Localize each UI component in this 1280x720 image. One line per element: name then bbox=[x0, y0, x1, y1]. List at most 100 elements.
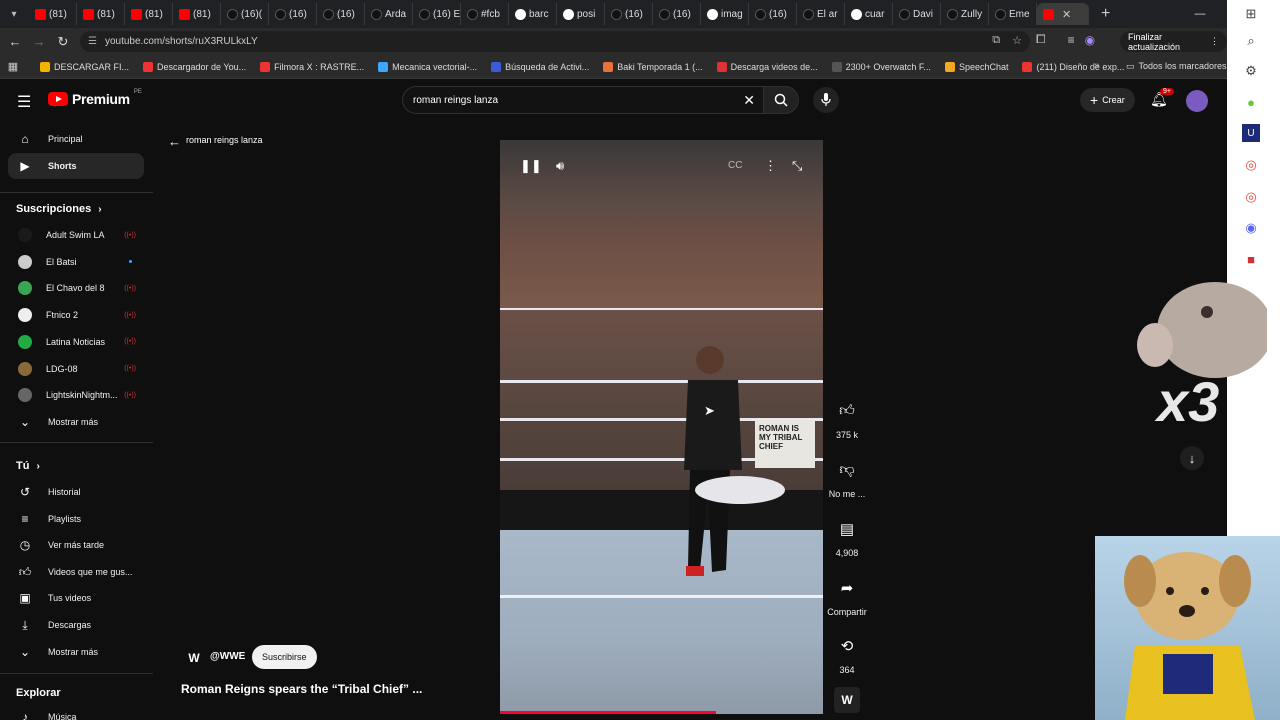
menu-icon[interactable]: ☰ bbox=[17, 92, 31, 112]
tab[interactable]: (16) bbox=[605, 3, 653, 25]
windows-icon[interactable]: ⊞ bbox=[1242, 5, 1260, 23]
reload-button[interactable]: ↻ bbox=[51, 34, 75, 50]
you-header[interactable]: Tú › bbox=[16, 460, 40, 472]
remix-button[interactable]: ⟲ 364 bbox=[832, 631, 862, 675]
tab[interactable]: barc bbox=[509, 3, 557, 25]
tab[interactable]: (81) bbox=[29, 3, 77, 25]
sidebar-item-playlists[interactable]: ≡ Playlists bbox=[8, 506, 144, 532]
chrome-icon[interactable]: ◎ bbox=[1242, 156, 1260, 174]
tab[interactable]: imag bbox=[701, 3, 749, 25]
all-bookmarks[interactable]: ▭ Todos los marcadores bbox=[1126, 61, 1227, 72]
sidebar-item-shorts[interactable]: ▶ Shorts bbox=[8, 153, 144, 179]
subscription-item[interactable]: LDG-08 ((•)) bbox=[8, 356, 144, 382]
channel-name[interactable]: @WWE bbox=[210, 651, 245, 662]
subscription-item[interactable]: Latina Noticias ((•)) bbox=[8, 329, 144, 355]
install-app-icon[interactable]: ⧉ bbox=[992, 34, 1000, 47]
bookmark-item[interactable]: Filmora X : RASTRE... bbox=[260, 61, 364, 72]
tab[interactable]: (81) bbox=[77, 3, 125, 25]
more-options-icon[interactable]: ⋮ bbox=[764, 158, 777, 174]
pause-icon[interactable]: ❚❚ bbox=[520, 158, 542, 174]
bookmark-item[interactable]: DESCARGAR FI... bbox=[40, 61, 129, 72]
sidebar-item-principal[interactable]: ⌂ Principal bbox=[8, 126, 144, 152]
video-title[interactable]: Roman Reigns spears the “Tribal Chief” .… bbox=[181, 682, 422, 696]
bookmark-star-icon[interactable]: ☆ bbox=[1012, 34, 1022, 47]
share-button[interactable]: ➦ Compartir bbox=[827, 573, 867, 617]
like-button[interactable]: 👍︎ 375 k bbox=[832, 396, 862, 440]
subscription-item[interactable]: LightskinNightm... ((•)) bbox=[8, 382, 144, 408]
bookmark-item[interactable]: Descarga videos de... bbox=[716, 61, 818, 72]
apps-icon[interactable]: ▦ bbox=[0, 60, 26, 73]
bookmark-item[interactable]: 2300+ Overwatch F... bbox=[831, 61, 931, 72]
sidebar-item-music[interactable]: ♪ Música bbox=[8, 704, 144, 720]
tab[interactable]: ✕ bbox=[1037, 3, 1089, 25]
captions-icon[interactable]: CC bbox=[728, 160, 742, 171]
tab-search-dropdown[interactable]: ▾ bbox=[3, 3, 25, 25]
bookmark-item[interactable]: Mecanica vectorial-... bbox=[378, 61, 477, 72]
new-tab-button[interactable]: + bbox=[1101, 5, 1110, 23]
sidebar-item-downloads[interactable]: ⤓ Descargas bbox=[8, 612, 144, 638]
tab[interactable]: (16) bbox=[269, 3, 317, 25]
discord-icon[interactable]: ◉ bbox=[1242, 219, 1260, 237]
search-icon[interactable]: ⌕ bbox=[1242, 32, 1260, 50]
tab[interactable]: Zully bbox=[941, 3, 989, 25]
youtube-logo[interactable]: Premium PE bbox=[48, 89, 142, 107]
subscription-item[interactable]: Adult Swim LA ((•)) bbox=[8, 222, 144, 248]
tab[interactable]: (81) bbox=[173, 3, 221, 25]
back-arrow-icon[interactable]: ← bbox=[168, 134, 181, 149]
tab[interactable]: (16) bbox=[749, 3, 797, 25]
video-progress-bar[interactable] bbox=[500, 711, 717, 714]
bookmark-item[interactable]: Búsqueda de Activi... bbox=[491, 61, 589, 72]
settings-icon[interactable]: ⚙ bbox=[1242, 62, 1260, 80]
search-button[interactable] bbox=[763, 86, 799, 114]
back-button[interactable]: ← bbox=[3, 34, 27, 49]
tab[interactable]: Arda bbox=[365, 3, 413, 25]
clear-search-icon[interactable]: ✕ bbox=[743, 92, 755, 109]
show-more-subs[interactable]: ⌄ Mostrar más bbox=[8, 409, 144, 435]
shorts-video-player[interactable]: ROMAN IS MY TRIBAL CHIEF ❚❚ 🔊︎ CC ⋮ ⤡ bbox=[500, 140, 823, 714]
volume-icon[interactable]: 🔊︎ bbox=[556, 158, 564, 174]
sidebar-item-liked[interactable]: 👍︎ Videos que me gus... bbox=[8, 559, 144, 585]
tab[interactable]: (16) E bbox=[413, 3, 461, 25]
sidebar-item-watch-later[interactable]: ◷ Ver más tarde bbox=[8, 532, 144, 558]
url-input[interactable]: ☰ youtube.com/shorts/ruX3RULkxLY ⧉ ☆ bbox=[80, 31, 1030, 52]
dislike-button[interactable]: 👎︎ No me ... bbox=[829, 455, 866, 499]
tab[interactable]: Davi bbox=[893, 3, 941, 25]
reading-list-icon[interactable]: ≡ bbox=[1068, 33, 1075, 47]
tab[interactable]: #fcb bbox=[461, 3, 509, 25]
forward-button[interactable]: → bbox=[27, 34, 51, 49]
channel-sound-button[interactable]: W bbox=[832, 687, 862, 713]
bookmark-item[interactable]: SpeechChat bbox=[944, 61, 1008, 72]
tab[interactable]: (16) bbox=[653, 3, 701, 25]
extension-red-icon[interactable]: ■ bbox=[1242, 250, 1260, 268]
menu-dots-icon[interactable]: ⋮ bbox=[1210, 36, 1219, 47]
tab[interactable]: (16)( bbox=[221, 3, 269, 25]
update-button[interactable]: Finalizar actualización ⋮ bbox=[1120, 31, 1227, 52]
bookmark-item[interactable]: Descargador de You... bbox=[143, 61, 246, 72]
subscription-item[interactable]: El Batsi bbox=[8, 249, 144, 275]
sidebar-item-history[interactable]: ↺ Historial bbox=[8, 479, 144, 505]
show-more-you[interactable]: ⌄ Mostrar más bbox=[8, 639, 144, 665]
tab[interactable]: (16) bbox=[317, 3, 365, 25]
create-button[interactable]: + Crear bbox=[1080, 88, 1135, 112]
tab[interactable]: posi bbox=[557, 3, 605, 25]
extension-u-icon[interactable]: U bbox=[1242, 124, 1260, 142]
subscriptions-header[interactable]: Suscripciones › bbox=[16, 203, 102, 215]
chrome-alt-icon[interactable]: ◎ bbox=[1242, 188, 1260, 206]
site-info-icon[interactable]: ☰ bbox=[88, 36, 97, 47]
bookmark-item[interactable]: (211) Diseño de exp... bbox=[1022, 61, 1124, 72]
voice-search-button[interactable] bbox=[813, 87, 839, 113]
tab[interactable]: cuar bbox=[845, 3, 893, 25]
channel-logo-icon[interactable]: W bbox=[185, 649, 203, 667]
sidebar-item-your-videos[interactable]: ▣ Tus videos bbox=[8, 585, 144, 611]
profile-icon[interactable]: ◉ bbox=[1085, 33, 1095, 47]
comments-button[interactable]: ▤ 4,908 bbox=[832, 514, 862, 558]
subscription-item[interactable]: Ftnico 2 ((•)) bbox=[8, 302, 144, 328]
bookmark-item[interactable]: Baki Temporada 1 (... bbox=[603, 61, 703, 72]
tab[interactable]: Eme bbox=[989, 3, 1037, 25]
close-tab-icon[interactable]: ✕ bbox=[1062, 8, 1071, 21]
search-input[interactable]: roman reings lanza ✕ bbox=[402, 86, 763, 114]
minimize-button[interactable]: — bbox=[1184, 0, 1216, 28]
next-video-button[interactable]: ↓ bbox=[1180, 446, 1204, 470]
tab[interactable]: El ar bbox=[797, 3, 845, 25]
extensions-icon[interactable]: ⧠ bbox=[1036, 32, 1046, 47]
